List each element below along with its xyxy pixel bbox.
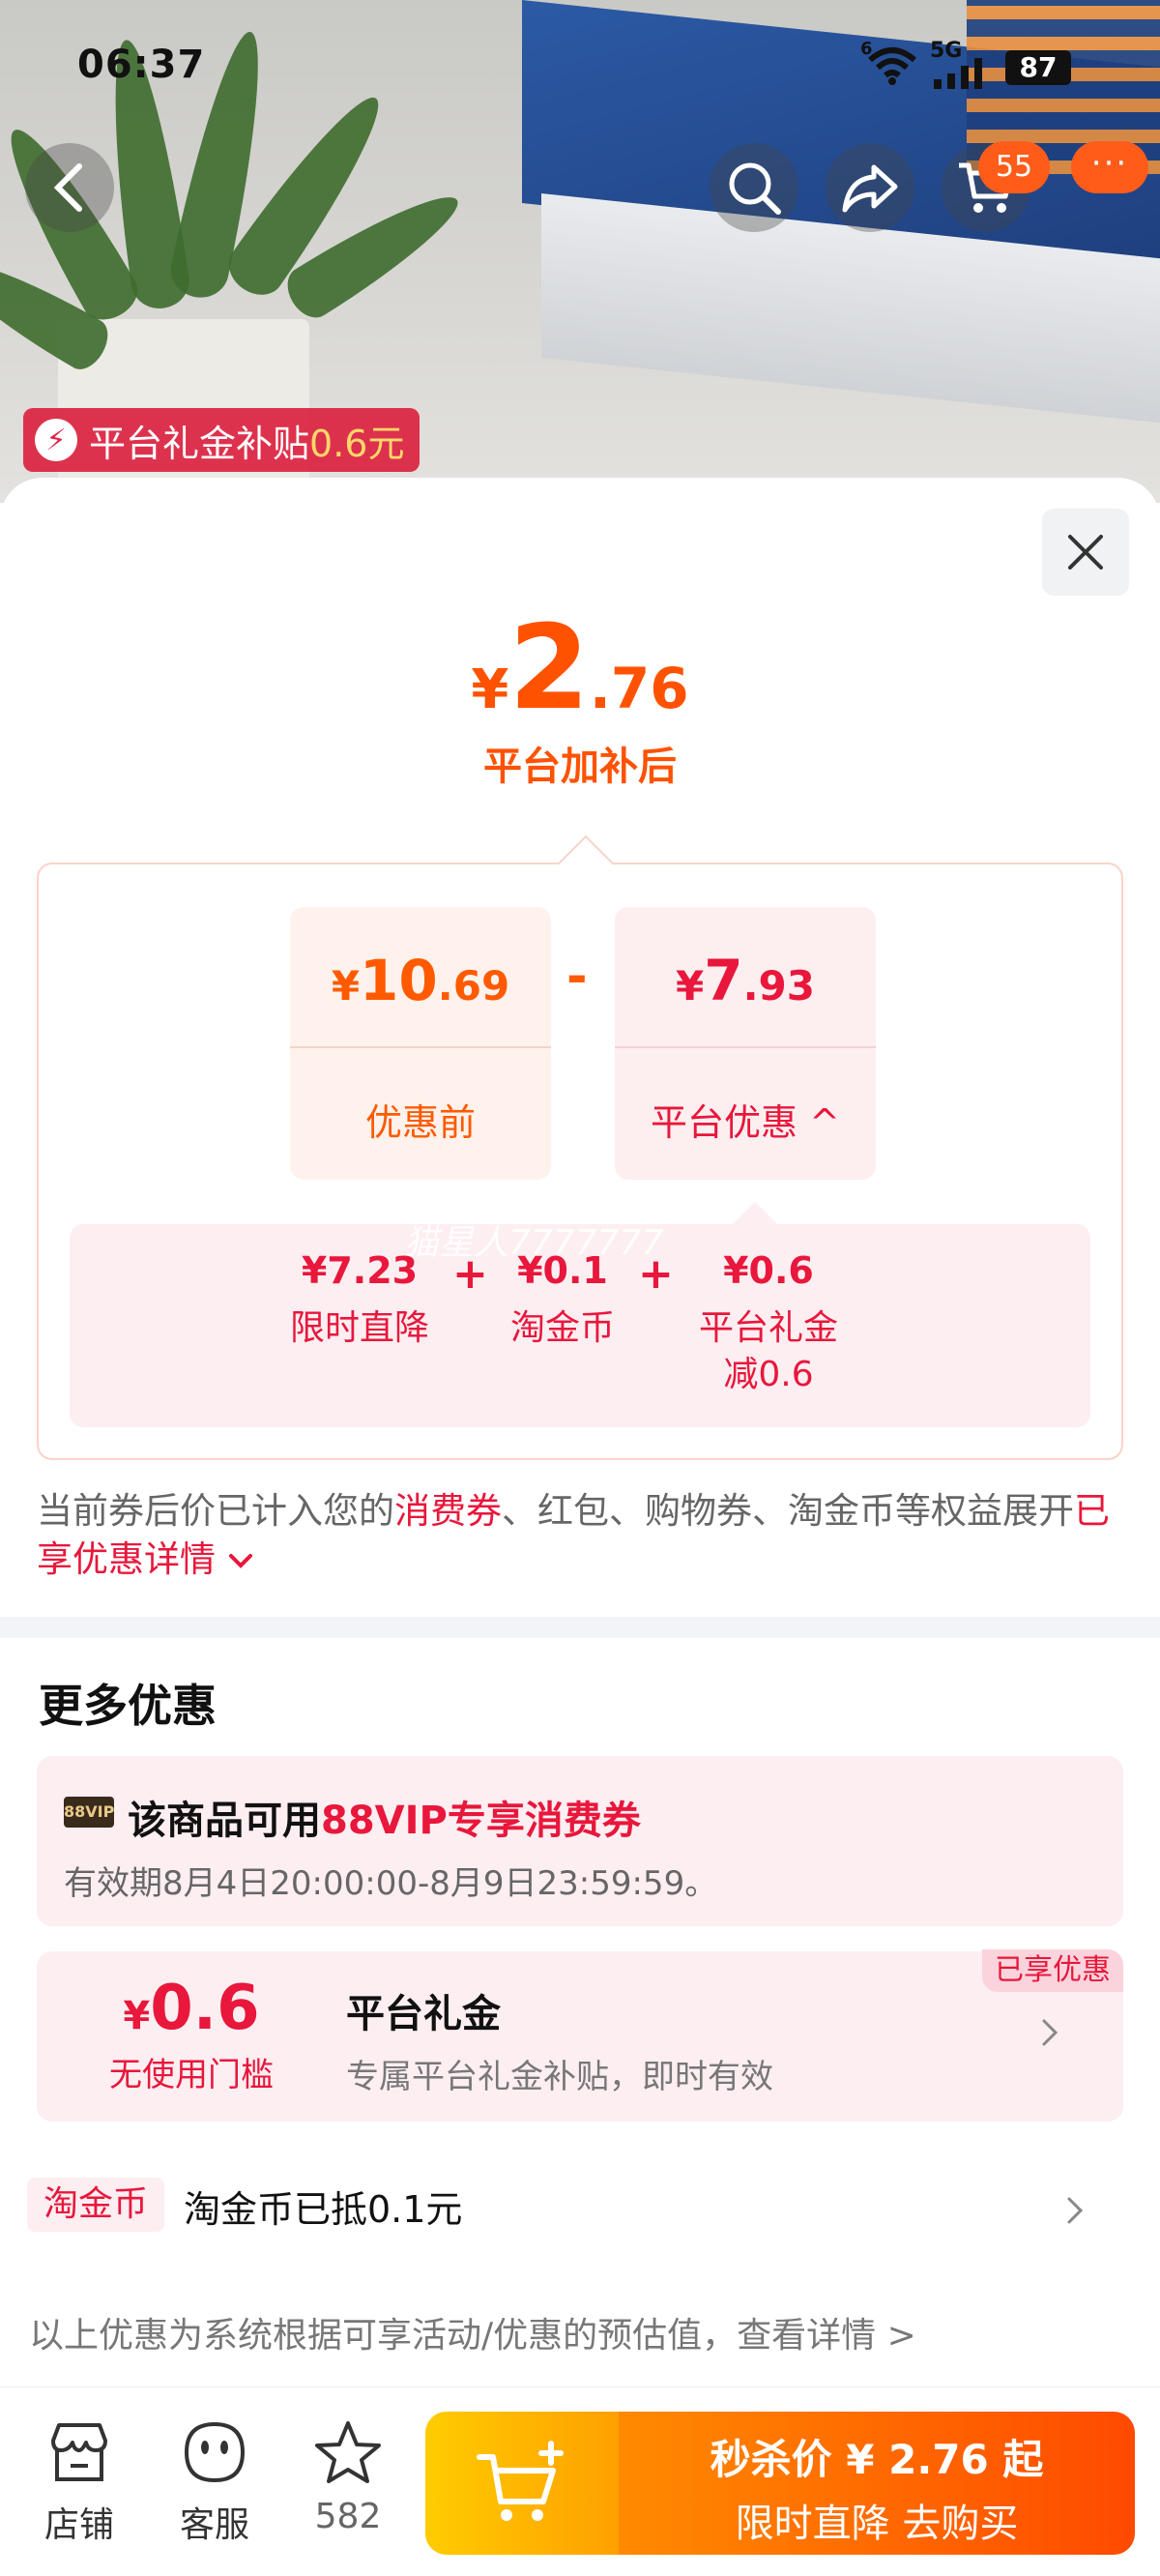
before-label: 优惠前 (364, 1101, 476, 1144)
buy-price-line: 秒杀价 ¥ 2.76 起 (710, 2436, 1044, 2483)
wifi-icon (866, 46, 918, 92)
discount-note: 当前券后价已计入您的消费券、红包、购物券、淘金币等权益展开已享优惠详情 (37, 1487, 1129, 1584)
gift-amount: ¥0.6 (37, 1973, 346, 2044)
tab-service-label: 客服 (179, 2505, 249, 2545)
gift-description: 专属平台礼金补贴，即时有效 (346, 2058, 773, 2096)
breakdown-item-coins: ¥0.1 淘金币 (495, 1249, 630, 1352)
back-button[interactable] (25, 143, 114, 232)
breakdown-label: 限时直降 (289, 1308, 429, 1348)
gift-currency: ¥ (123, 1994, 151, 2038)
gift-amount-value: 0.6 (150, 1973, 260, 2044)
chevron-down-icon[interactable] (227, 1552, 254, 1571)
minus-operator: - (566, 948, 588, 1006)
search-icon (729, 162, 781, 215)
share-button[interactable] (826, 143, 914, 232)
breakdown-label: 平台礼金 (698, 1308, 838, 1348)
more-button[interactable]: ··· (1071, 141, 1148, 193)
vip-title-highlight: 88VIP专享消费券 (321, 1799, 641, 1843)
cart-plus-icon (477, 2441, 564, 2521)
breakdown-value: ¥7.23 (301, 1249, 419, 1292)
subsidy-amount: 0.6元 (309, 422, 405, 465)
chevron-left-icon (53, 163, 82, 212)
discount-decimal: .93 (742, 962, 815, 1010)
add-to-cart-button[interactable] (425, 2412, 619, 2555)
breakdown-item-gift: ¥0.6 平台礼金 减0.6 (677, 1249, 860, 1398)
final-price: ¥2.76 (0, 601, 1160, 736)
more-offers-title: 更多优惠 (39, 1680, 217, 1732)
store-icon (51, 2423, 107, 2481)
section-divider (0, 1617, 1160, 1638)
star-icon (315, 2421, 381, 2483)
vip-validity: 有效期8月4日20:00:00-8月9日23:59:59。 (64, 1864, 718, 1903)
chevron-right-icon[interactable] (1040, 2013, 1059, 2058)
buy-now-button[interactable]: 秒杀价 ¥ 2.76 起 限时直降 去购买 (619, 2412, 1135, 2555)
card-divider (290, 1046, 551, 1048)
price-integer: 2 (508, 601, 590, 736)
price-currency: ¥ (471, 659, 509, 721)
buy-action-line: 限时直降 去购买 (735, 2502, 1019, 2546)
card-divider (615, 1046, 876, 1048)
vip-coupon-title: 该商品可用88VIP专享消费券 (128, 1789, 641, 1845)
plus-operator: + (638, 1249, 674, 1299)
service-icon (184, 2421, 246, 2483)
tab-customer-service[interactable]: 客服 (157, 2417, 273, 2547)
breakdown-value: ¥0.1 (517, 1249, 608, 1292)
price-decimal: .76 (589, 656, 689, 721)
discount-currency: ¥ (676, 962, 705, 1010)
note-middle: 、红包、购物券、淘金币等权益展开 (502, 1490, 1074, 1532)
discount-integer: 7 (704, 948, 743, 1013)
chevron-right-icon[interactable] (1065, 2191, 1085, 2236)
battery-indicator: 87 (1005, 50, 1071, 85)
tab-store[interactable]: 店铺 (21, 2417, 137, 2547)
subsidy-tag: ⚡ 平台礼金补贴 0.6元 (23, 408, 420, 472)
close-button[interactable] (1042, 509, 1129, 596)
gift-threshold: 无使用门槛 (109, 2056, 274, 2094)
status-bar: 06:37 6 5G 87 (0, 0, 1160, 135)
breakdown-label: 淘金币 (509, 1308, 615, 1348)
estimate-footnote-link[interactable]: 以上优惠为系统根据可享活动/优惠的预估值，查看详情 > (29, 2307, 916, 2357)
coin-deduction-text: 淘金币已抵0.1元 (184, 2188, 463, 2231)
wifi-label: 6 (860, 39, 873, 59)
vip-badge: 88VIP (64, 1797, 114, 1828)
search-button[interactable] (710, 143, 798, 232)
breakdown-value: ¥0.6 (723, 1249, 814, 1292)
before-currency: ¥ (331, 962, 361, 1010)
breakdown-label-secondary: 减0.6 (723, 1355, 814, 1394)
close-icon (1068, 535, 1103, 570)
tab-favorite[interactable]: 582 (290, 2417, 406, 2536)
signal-icon (932, 58, 990, 96)
vip-title-prefix: 该商品可用 (128, 1799, 321, 1843)
platform-discount-card[interactable]: ¥7.93 平台优惠 ^ (615, 907, 876, 1180)
plus-operator: + (452, 1249, 488, 1299)
note-highlight: 消费券 (394, 1490, 502, 1532)
status-time: 06:37 (77, 43, 206, 87)
cart-count-badge: 55 (978, 141, 1050, 193)
breakdown-item-flash-sale: ¥7.23 限时直降 (273, 1249, 447, 1352)
before-decimal: .69 (437, 962, 510, 1010)
lightning-icon: ⚡ (35, 419, 77, 461)
enjoyed-badge: 已享优惠 (982, 1949, 1123, 1992)
favorite-count: 582 (314, 2497, 382, 2536)
discount-label: 平台优惠 (651, 1101, 798, 1144)
gift-name: 平台礼金 (346, 1992, 501, 2036)
tab-store-label: 店铺 (44, 2505, 114, 2545)
note-prefix: 当前券后价已计入您的 (37, 1490, 394, 1532)
coin-tag: 淘金币 (27, 2178, 164, 2232)
subsidy-label: 平台礼金补贴 (89, 422, 310, 465)
before-integer: 10 (360, 948, 438, 1013)
share-icon (842, 164, 898, 213)
original-price-card: ¥10.69 优惠前 (290, 907, 551, 1180)
final-price-caption: 平台加补后 (483, 745, 677, 789)
chevron-up-icon: ^ (809, 1101, 840, 1144)
